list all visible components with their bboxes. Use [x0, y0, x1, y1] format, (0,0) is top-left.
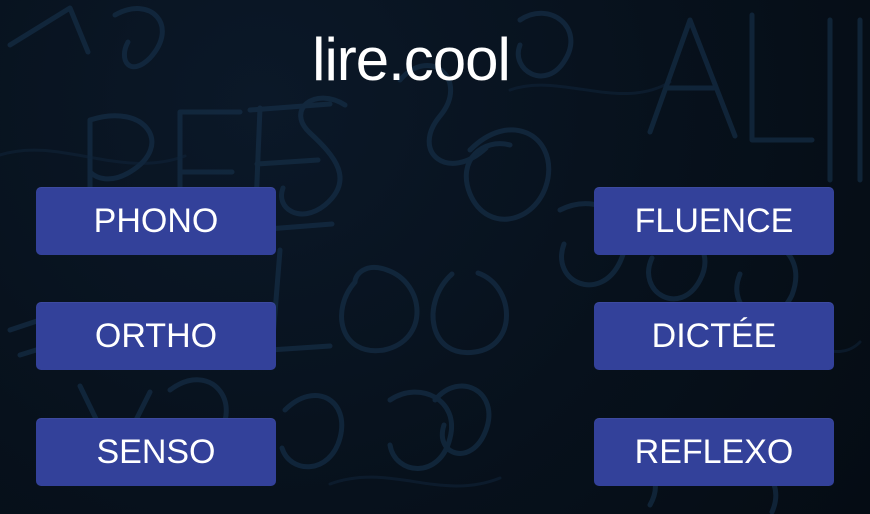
- dictee-button[interactable]: DICTÉE: [594, 302, 834, 370]
- senso-button[interactable]: SENSO: [36, 418, 276, 486]
- fluence-button[interactable]: FLUENCE: [594, 187, 834, 255]
- ortho-button[interactable]: ORTHO: [36, 302, 276, 370]
- app-title: lire.cool: [312, 26, 511, 93]
- phono-button[interactable]: PHONO: [36, 187, 276, 255]
- reflexo-button[interactable]: REFLEXO: [594, 418, 834, 486]
- home-screen: lire.cool PHONO ORTHO SENSO FLUENCE DICT…: [0, 0, 870, 514]
